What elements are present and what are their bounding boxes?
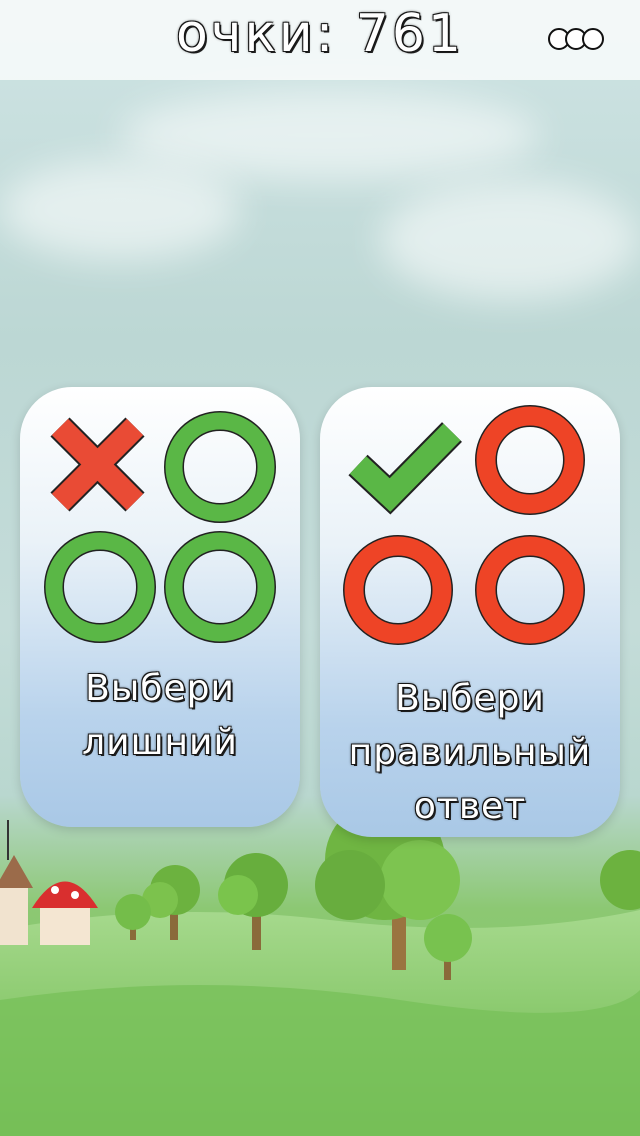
circle-icon bbox=[44, 531, 156, 643]
card-label: Выбери лишний bbox=[20, 662, 300, 770]
circle-icon bbox=[343, 535, 453, 645]
landscape-scenery bbox=[0, 800, 640, 1136]
cross-icon bbox=[50, 417, 145, 512]
odd-one-out-card[interactable]: Выбери лишний bbox=[20, 387, 300, 827]
circle-icon bbox=[475, 535, 585, 645]
card-label-line: Выбери bbox=[395, 678, 545, 719]
cloud-decoration bbox=[0, 160, 240, 260]
card-label-line: правильный bbox=[348, 732, 592, 773]
card-label-line: лишний bbox=[82, 722, 238, 763]
three-circles-menu-icon[interactable] bbox=[548, 28, 608, 52]
card-label: Выбери правильный ответ bbox=[320, 672, 620, 834]
circle-icon bbox=[475, 405, 585, 515]
cloud-decoration bbox=[380, 180, 640, 300]
correct-answer-card[interactable]: Выбери правильный ответ bbox=[320, 387, 620, 837]
score-display: очки: 761 bbox=[175, 4, 465, 64]
circle-icon bbox=[164, 531, 276, 643]
card-label-line: Выбери bbox=[85, 668, 235, 709]
checkmark-icon bbox=[348, 422, 462, 515]
card-label-line: ответ bbox=[413, 786, 527, 827]
circle-icon bbox=[164, 411, 276, 523]
